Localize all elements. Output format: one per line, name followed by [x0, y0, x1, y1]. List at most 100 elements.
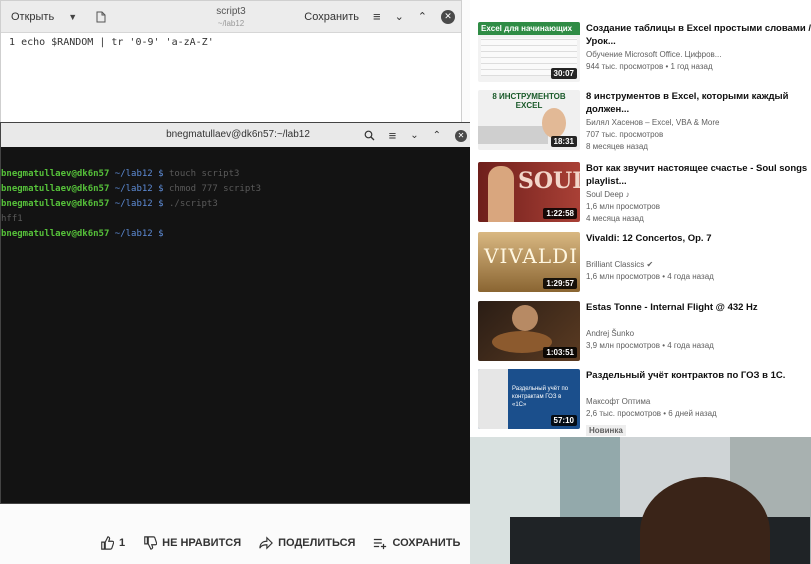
channel-name[interactable]: Andrej Šunko [586, 328, 811, 340]
video-duration: 1:03:51 [543, 347, 577, 358]
terminal-line: bnegmatullaev@dk6n57 ~/lab12 $ touch scr… [1, 167, 475, 182]
video-card[interactable]: 8 ИНСТРУМЕНТОВ EXCEL 18:31 8 инструменто… [478, 90, 808, 152]
close-icon[interactable]: ✕ [441, 9, 455, 24]
prompt-user: bnegmatullaev@dk6n57 [1, 184, 110, 194]
save-label: СОХРАНИТЬ [392, 537, 461, 549]
video-title[interactable]: Vivaldi: 12 Concertos, Op. 7 [586, 232, 811, 258]
desktop-screen: 1 НЕ НРАВИТСЯ ПОДЕЛИТЬСЯ СОХРАНИТЬ ... О… [0, 0, 811, 564]
maximize-icon[interactable]: ⌃ [433, 130, 441, 141]
line-number: 1 [9, 37, 16, 48]
channel-name[interactable]: Билял Хасенов – Excel, VBA & More [586, 117, 811, 129]
video-meta-date: 4 месяца назад [586, 214, 644, 223]
video-meta-date: 8 месяцев назад [586, 142, 648, 151]
webcam-overlay [470, 437, 811, 564]
hamburger-menu-icon[interactable]: ≡ [389, 128, 397, 143]
thumbs-down-icon [144, 536, 158, 550]
terminal-line: hff1 [1, 212, 475, 227]
thumb-caption: SOUL [518, 168, 580, 194]
channel-name[interactable]: Soul Deep ♪ [586, 189, 811, 201]
thumb-caption: Раздельный учёт по контрактам ГОЗ в «1С» [512, 386, 569, 408]
video-card[interactable]: Раздельный учёт по контрактам ГОЗ в «1С»… [478, 369, 811, 436]
editor-title: script3 ~/lab12 [181, 6, 281, 30]
save-file-button[interactable]: Сохранить [304, 11, 359, 23]
video-meta: 3,9 млн просмотров • 4 года назад [586, 341, 714, 350]
video-card[interactable]: SOUL 1:22:58 Вот как звучит настоящее сч… [478, 162, 808, 224]
video-thumbnail[interactable]: 1:03:51 [478, 301, 580, 361]
video-duration: 1:29:57 [543, 278, 577, 289]
prompt-path: ~/lab12 $ [109, 199, 164, 209]
video-duration: 57:10 [550, 415, 577, 426]
like-button[interactable]: 1 [100, 536, 125, 550]
editor-path: ~/lab12 [217, 19, 245, 28]
dislike-button[interactable]: НЕ НРАВИТСЯ [143, 536, 241, 550]
terminal-header-bar: bnegmatullaev@dk6n57:~/lab12 ≡ ⌄ ⌃ ✕ [1, 123, 475, 147]
minimize-icon[interactable]: ⌄ [395, 10, 404, 23]
share-icon [259, 536, 274, 550]
video-thumbnail[interactable]: VIVALDI 1:29:57 [478, 232, 580, 292]
video-title[interactable]: Раздельный учёт контрактов по ГОЗ в 1С. [586, 369, 811, 395]
video-thumbnail[interactable]: 8 ИНСТРУМЕНТОВ EXCEL 18:31 [478, 90, 580, 150]
terminal-line: bnegmatullaev@dk6n57 ~/lab12 $ chmod 777… [1, 182, 475, 197]
terminal-window: bnegmatullaev@dk6n57:~/lab12 ≡ ⌄ ⌃ ✕ bne… [0, 122, 476, 504]
open-button[interactable]: Открыть ▼ [11, 11, 107, 23]
playlist-add-icon [374, 538, 387, 550]
video-title[interactable]: Estas Tonne - Internal Flight @ 432 Hz [586, 301, 811, 327]
new-document-icon[interactable] [95, 11, 107, 23]
video-meta: 1,6 млн просмотров [586, 202, 660, 211]
editor-header-bar: Открыть ▼ script3 ~/lab12 Сохранить ≡ ⌄ … [1, 1, 461, 33]
recommended-videos-list: Excel для начинающих 30:07 Создание табл… [470, 0, 811, 437]
chevron-down-icon[interactable]: ▼ [68, 12, 77, 22]
terminal-output[interactable]: bnegmatullaev@dk6n57 ~/lab12 $ touch scr… [1, 147, 475, 272]
search-icon[interactable] [364, 130, 375, 141]
prompt-user: bnegmatullaev@dk6n57 [1, 229, 110, 239]
prompt-user: bnegmatullaev@dk6n57 [1, 199, 110, 209]
like-count: 1 [119, 537, 126, 549]
editor-controls: Сохранить ≡ ⌄ ⌃ ✕ [304, 9, 455, 24]
terminal-controls: ≡ ⌄ ⌃ ✕ [364, 128, 467, 143]
command-text: touch script3 [163, 169, 240, 179]
editor-text-area[interactable]: 1 echo $RANDOM | tr '0-9' 'a-zA-Z' [1, 33, 461, 48]
video-card[interactable]: Excel для начинающих 30:07 Создание табл… [478, 22, 811, 84]
thumb-caption: Excel для начинающих [478, 22, 580, 35]
thumb-caption: 8 ИНСТРУМЕНТОВ EXCEL [492, 92, 566, 110]
video-card[interactable]: VIVALDI 1:29:57 Vivaldi: 12 Concertos, O… [478, 232, 808, 294]
video-meta: 2,6 тыс. просмотров • 6 дней назад [586, 409, 717, 418]
video-card[interactable]: 1:03:51 Estas Tonne - Internal Flight @ … [478, 301, 808, 363]
video-action-bar: 1 НЕ НРАВИТСЯ ПОДЕЛИТЬСЯ СОХРАНИТЬ ... [100, 536, 488, 550]
text-editor-window: Открыть ▼ script3 ~/lab12 Сохранить ≡ ⌄ … [0, 0, 462, 130]
editor-line: echo $RANDOM | tr '0-9' 'a-zA-Z' [21, 37, 214, 48]
video-thumbnail[interactable]: SOUL 1:22:58 [478, 162, 580, 222]
terminal-line: bnegmatullaev@dk6n57 ~/lab12 $ ./script3 [1, 197, 475, 212]
thumb-caption: VIVALDI [484, 244, 579, 268]
terminal-line: bnegmatullaev@dk6n57 ~/lab12 $ [1, 227, 475, 242]
prompt-user: bnegmatullaev@dk6n57 [1, 169, 110, 179]
video-duration: 18:31 [550, 136, 577, 147]
share-button[interactable]: ПОДЕЛИТЬСЯ [259, 536, 355, 550]
video-thumbnail[interactable]: Раздельный учёт по контрактам ГОЗ в «1С»… [478, 369, 580, 429]
video-thumbnail[interactable]: Excel для начинающих 30:07 [478, 22, 580, 82]
channel-name[interactable]: Максофт Оптима [586, 396, 811, 408]
prompt-path: ~/lab12 $ [109, 169, 164, 179]
video-duration: 30:07 [550, 68, 577, 79]
video-title[interactable]: Создание таблицы в Excel простыми словам… [586, 22, 811, 48]
prompt-path: ~/lab12 $ [109, 229, 164, 239]
close-icon[interactable]: ✕ [455, 129, 467, 142]
video-duration: 1:22:58 [543, 208, 577, 219]
video-title[interactable]: 8 инструментов в Excel, которыми каждый … [586, 90, 811, 116]
open-label: Открыть [11, 10, 55, 23]
save-to-playlist-button[interactable]: СОХРАНИТЬ [373, 536, 460, 550]
channel-name[interactable]: Обучение Microsoft Office. Цифров... [586, 49, 811, 61]
maximize-icon[interactable]: ⌃ [418, 10, 427, 23]
hamburger-menu-icon[interactable]: ≡ [373, 9, 381, 24]
minimize-icon[interactable]: ⌄ [410, 130, 418, 141]
thumbs-up-icon [101, 536, 114, 550]
command-text: chmod 777 script3 [163, 184, 262, 194]
editor-filename: script3 [216, 6, 246, 17]
channel-name[interactable]: Brilliant Classics ✔ [586, 259, 811, 271]
dislike-label: НЕ НРАВИТСЯ [162, 537, 242, 549]
video-meta: 707 тыс. просмотров [586, 130, 664, 139]
video-meta: 1,6 млн просмотров • 4 года назад [586, 272, 714, 281]
command-text: ./script3 [163, 199, 218, 209]
video-title[interactable]: Вот как звучит настоящее счастье - Soul … [586, 162, 811, 188]
command-output: hff1 [1, 214, 23, 224]
